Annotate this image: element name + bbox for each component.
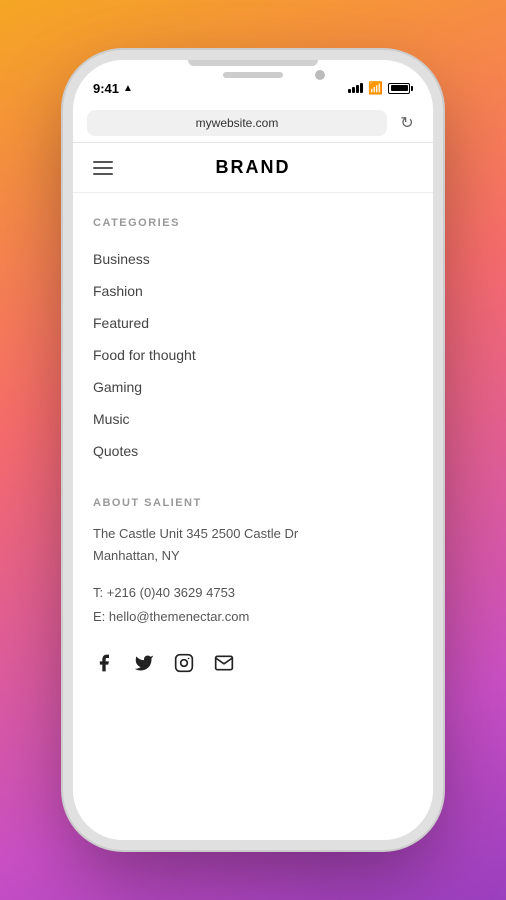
status-bar: 9:41 ▲ 📶 [73,60,433,104]
address-text: The Castle Unit 345 2500 Castle Dr Manha… [93,523,413,567]
category-list: Business Fashion Featured Food for thoug… [93,243,413,467]
category-item-quotes[interactable]: Quotes [93,435,413,467]
category-item-featured[interactable]: Featured [93,307,413,339]
browser-content: BRAND CATEGORIES Business Fashion Featur… [73,143,433,840]
status-icons: 📶 [348,81,413,95]
url-text: mywebsite.com [196,116,279,130]
menu-content: CATEGORIES Business Fashion Featured Foo… [73,193,433,840]
time-display: 9:41 [93,81,119,96]
location-icon: ▲ [123,83,133,94]
category-item-food[interactable]: Food for thought [93,339,413,371]
facebook-icon[interactable] [93,652,115,674]
refresh-button[interactable]: ↻ [395,111,419,135]
email-text: E: hello@themenectar.com [93,609,249,624]
about-section: ABOUT SALIENT The Castle Unit 345 2500 C… [93,497,413,628]
status-time: 9:41 ▲ [93,81,133,96]
category-item-fashion[interactable]: Fashion [93,275,413,307]
hamburger-line-3 [93,173,113,175]
categories-section-label: CATEGORIES [93,217,413,229]
address-bar: mywebsite.com ↻ [73,104,433,143]
hamburger-button[interactable] [93,161,113,175]
category-item-business[interactable]: Business [93,243,413,275]
battery-icon [388,83,413,94]
social-icons [93,652,413,674]
contact-text: T: +216 (0)40 3629 4753 E: hello@themene… [93,581,413,628]
phone-shell: 9:41 ▲ 📶 mywebsite.com ↻ [73,60,433,840]
mail-icon[interactable] [213,652,235,674]
brand-logo: BRAND [216,157,291,178]
address-line1: The Castle Unit 345 2500 Castle Dr [93,526,298,541]
hamburger-line-1 [93,161,113,163]
category-item-gaming[interactable]: Gaming [93,371,413,403]
phone-speaker [223,72,283,78]
hamburger-line-2 [93,167,113,169]
site-header: BRAND [73,143,433,193]
signal-icon [348,83,363,93]
category-item-music[interactable]: Music [93,403,413,435]
twitter-icon[interactable] [133,652,155,674]
about-section-label: ABOUT SALIENT [93,497,413,509]
url-field[interactable]: mywebsite.com [87,110,387,136]
phone-text: T: +216 (0)40 3629 4753 [93,585,235,600]
address-line2: Manhattan, NY [93,548,180,563]
phone-camera [315,70,325,80]
wifi-icon: 📶 [368,81,383,95]
instagram-icon[interactable] [173,652,195,674]
